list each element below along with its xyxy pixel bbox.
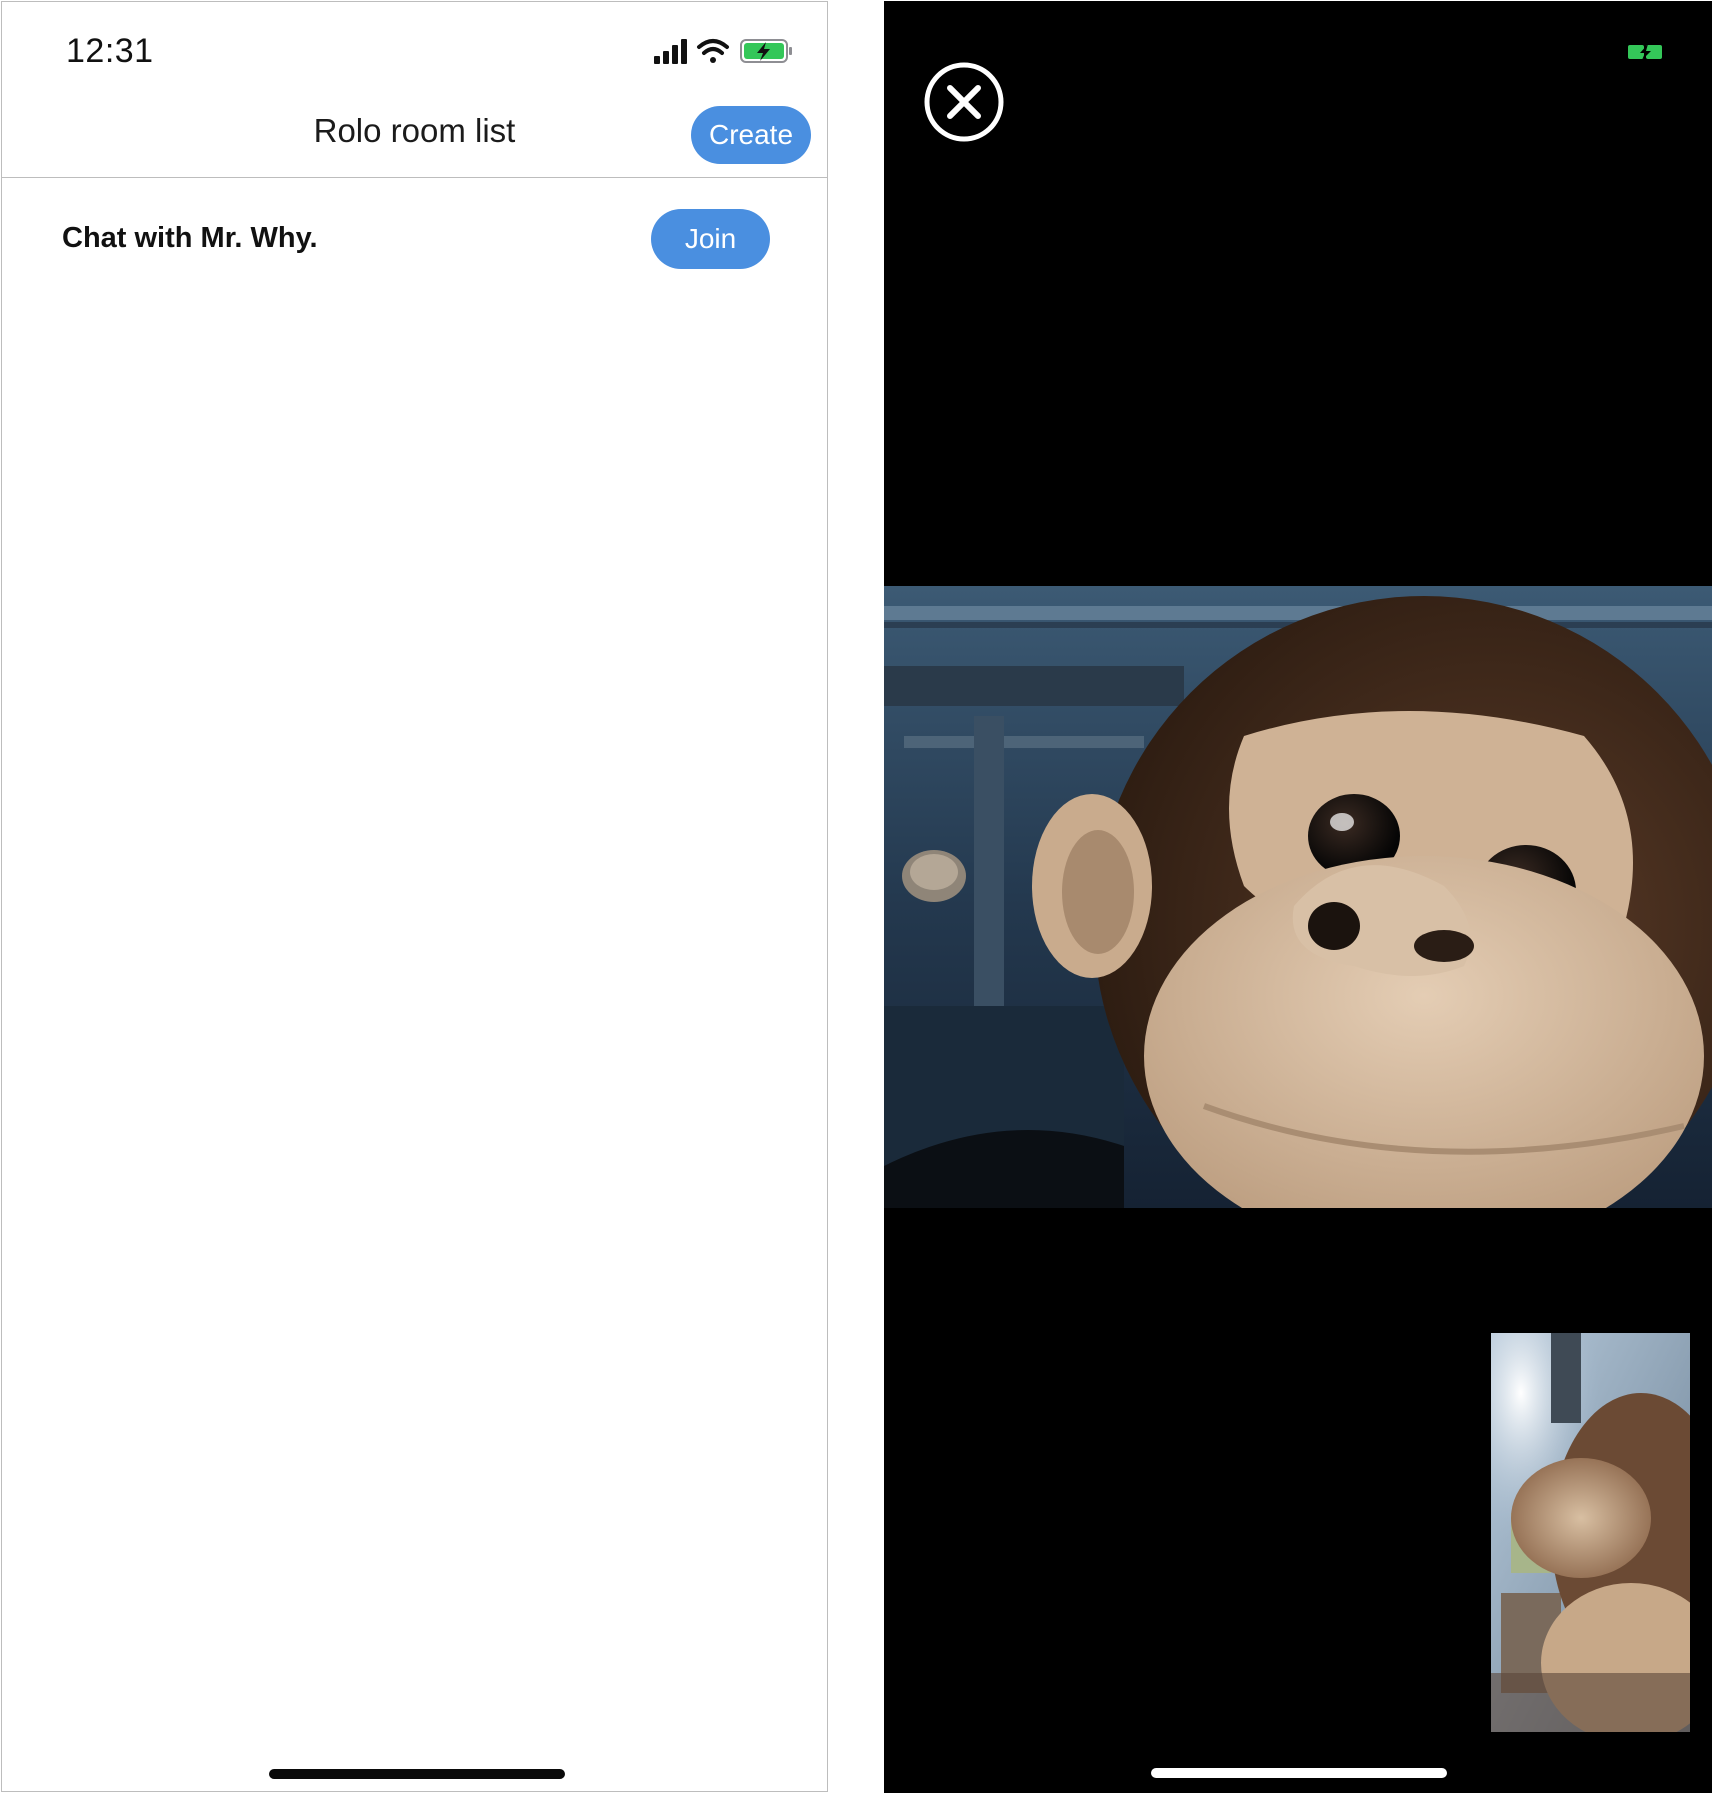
home-indicator (269, 1769, 565, 1779)
video-call-screen (884, 1, 1712, 1793)
self-view-video[interactable] (1491, 1333, 1690, 1732)
room-list-item: Chat with Mr. Why. Join (2, 178, 827, 298)
home-indicator (1151, 1768, 1447, 1778)
create-button[interactable]: Create (691, 106, 811, 164)
close-circle-icon[interactable] (923, 61, 1005, 143)
room-name: Chat with Mr. Why. (62, 222, 318, 254)
battery-charging-icon (1628, 44, 1662, 60)
cellular-signal-icon (654, 39, 687, 64)
battery-charging-icon (740, 39, 792, 63)
status-icons (654, 39, 792, 64)
join-button[interactable]: Join (651, 209, 770, 269)
status-time: 12:31 (66, 32, 154, 70)
remote-video-feed (884, 586, 1712, 1208)
wifi-icon (697, 39, 729, 63)
room-list-screen: 12:31 Rolo room list Create Chat with Mr… (1, 1, 828, 1792)
